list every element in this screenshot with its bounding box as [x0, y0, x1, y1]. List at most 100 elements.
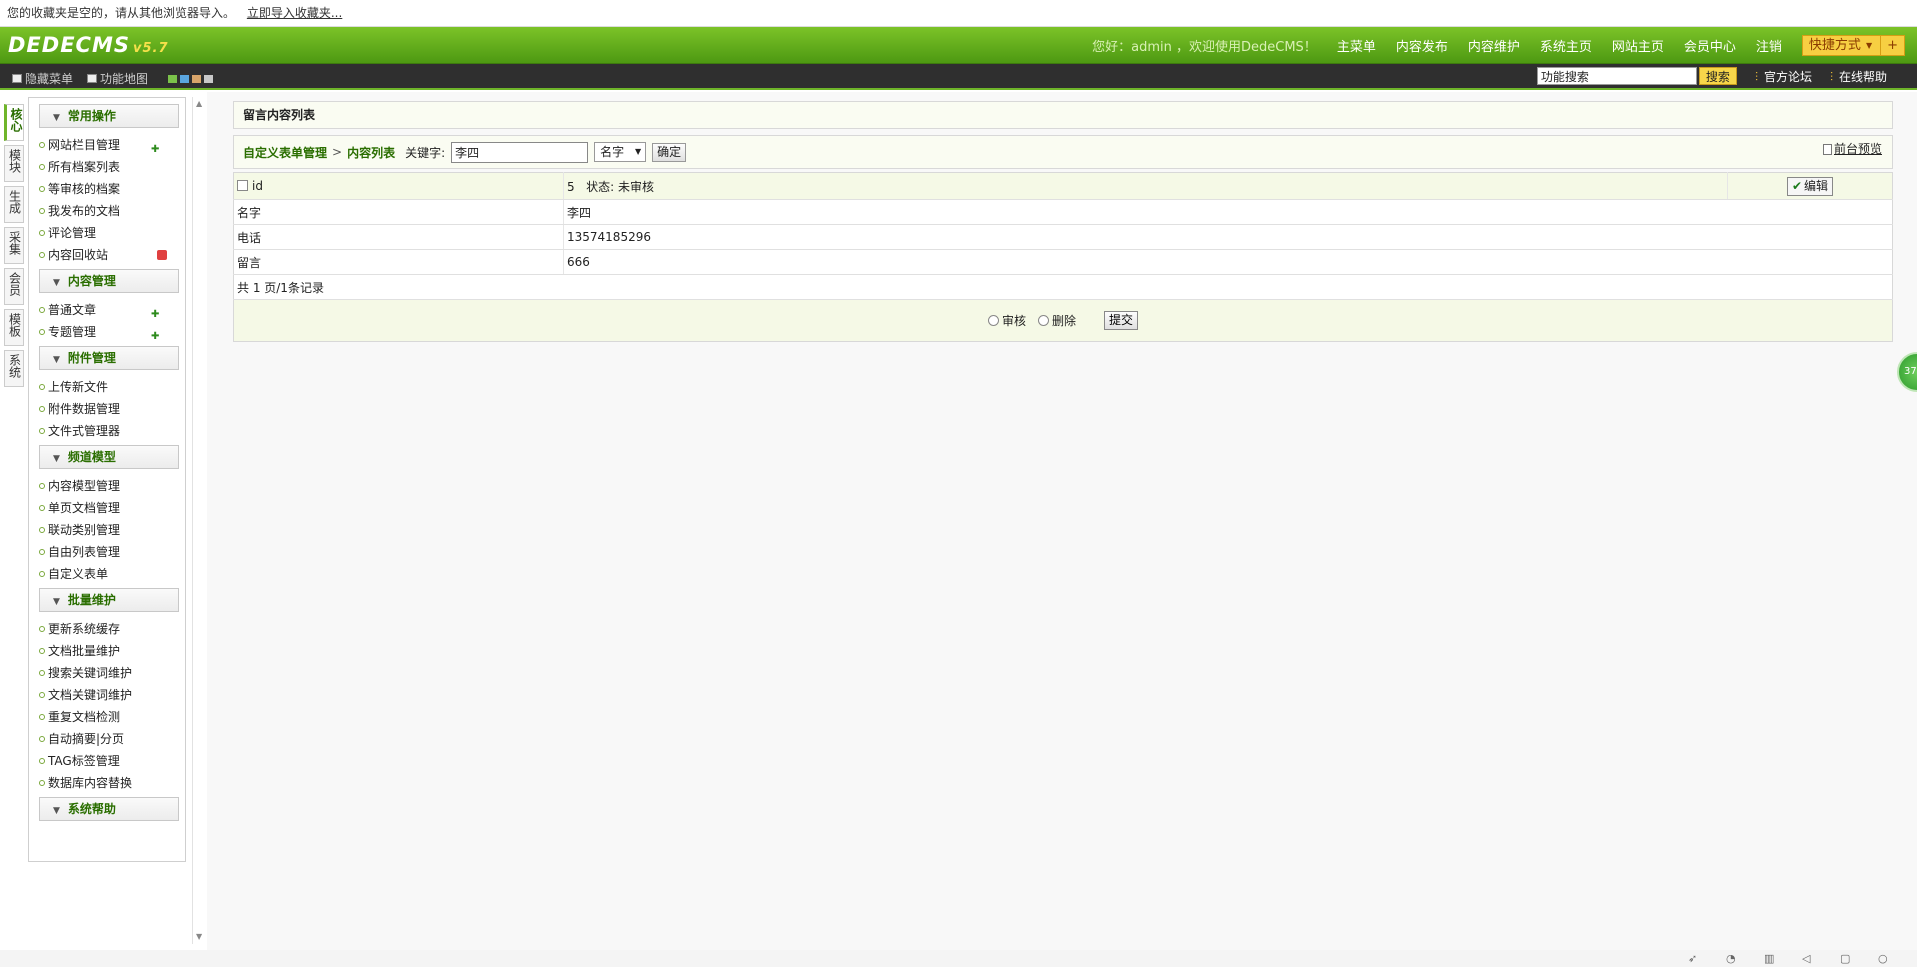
speed-icon[interactable]: ◔ — [1726, 953, 1738, 965]
menu-item-articles[interactable]: 普通文章 ✚ — [39, 299, 185, 321]
hide-menu-button[interactable]: 隐藏菜单 — [12, 70, 73, 87]
menu-item-upload-file[interactable]: 上传新文件 — [39, 376, 185, 398]
menu-item-label: 数据库内容替换 — [48, 776, 133, 790]
menu-item-batch-documents[interactable]: 文档批量维护 — [39, 640, 185, 662]
menu-item-label: 内容回收站 — [48, 248, 109, 262]
site-map-button[interactable]: 功能地图 — [87, 70, 148, 87]
preview-label: 前台预览 — [1833, 142, 1882, 156]
side-tab-template[interactable]: 模板 — [4, 309, 24, 346]
menu-item-custom-forms[interactable]: 自定义表单 — [39, 563, 185, 585]
menu-item-label: 文件式管理器 — [48, 424, 121, 438]
side-tab-label: 模板 — [7, 313, 22, 337]
menu-item-label: 自动摘要|分页 — [48, 732, 125, 746]
side-tabs: 核心 模块 生成 采集 会员 模板 系统 — [4, 104, 24, 391]
menu-item-label: 文档关键词维护 — [48, 688, 133, 702]
menu-group-content[interactable]: ▼ 内容管理 — [39, 269, 179, 293]
menu-item-pending-archives[interactable]: 等审核的档案 — [39, 178, 185, 200]
delete-radio[interactable] — [1037, 315, 1049, 326]
menu-group-channel-models[interactable]: ▼ 频道模型 — [39, 445, 179, 469]
trash-icon[interactable]: ▥ — [1764, 953, 1776, 965]
menu-item-tag-manager[interactable]: TAG标签管理 — [39, 750, 185, 772]
menu-item-auto-summary[interactable]: 自动摘要|分页 — [39, 728, 185, 750]
menu-item-content-models[interactable]: 内容模型管理 — [39, 475, 185, 497]
quick-menu-button[interactable]: 快捷方式 ▼ + — [1801, 35, 1905, 56]
frontend-preview-link[interactable]: 前台预览 — [1822, 140, 1882, 157]
theme-swatch-blue[interactable] — [180, 74, 190, 83]
theme-swatch-brown[interactable] — [192, 74, 202, 83]
delete-option[interactable]: 删除 — [1037, 312, 1076, 329]
menu-group-common[interactable]: ▼ 常用操作 — [39, 104, 179, 128]
side-tab-collect[interactable]: 采集 — [4, 227, 24, 264]
add-quick-button[interactable]: + — [1880, 36, 1898, 55]
action-bar: 审核 删除 提交 — [233, 300, 1893, 342]
menu-item-my-documents[interactable]: 我发布的文档 — [39, 200, 185, 222]
welcome-text: 您好：admin ，欢迎使用DedeCMS！ — [1092, 40, 1317, 55]
breadcrumb-content-list[interactable]: 内容列表 — [347, 144, 395, 161]
side-tab-system[interactable]: 系统 — [4, 350, 24, 387]
side-tab-label: 核心 — [9, 108, 23, 132]
menu-item-search-keywords[interactable]: 搜索关键词维护 — [39, 662, 185, 684]
nav-site-home[interactable]: 网站主页 — [1612, 36, 1664, 55]
clear-recycle-icon[interactable] — [157, 250, 167, 260]
side-tab-generate[interactable]: 生成 — [4, 186, 24, 223]
menu-item-label: TAG标签管理 — [48, 754, 120, 768]
nav-member-center[interactable]: 会员中心 — [1684, 36, 1736, 55]
menu-item-site-columns[interactable]: 网站栏目管理 ✚ — [39, 134, 185, 156]
nav-system-home[interactable]: 系统主页 — [1540, 36, 1592, 55]
menu-item-attachment-data[interactable]: 附件数据管理 — [39, 398, 185, 420]
menu-item-free-lists[interactable]: 自由列表管理 — [39, 541, 185, 563]
import-bookmarks-link[interactable]: 立即导入收藏夹... — [247, 6, 342, 20]
breadcrumb-custom-forms[interactable]: 自定义表单管理 — [243, 144, 327, 161]
menu-item-single-pages[interactable]: 单页文档管理 — [39, 497, 185, 519]
menu-item-label: 所有档案列表 — [48, 160, 121, 174]
side-tab-module[interactable]: 模块 — [4, 145, 24, 182]
menu-group-help[interactable]: ▼ 系统帮助 — [39, 797, 179, 821]
theme-swatch-gray[interactable] — [204, 74, 214, 83]
menu-group-attachments[interactable]: ▼ 附件管理 — [39, 346, 179, 370]
menu-item-db-replace[interactable]: 数据库内容替换 — [39, 772, 185, 794]
nav-content-maintain[interactable]: 内容维护 — [1468, 36, 1520, 55]
search-button[interactable]: 搜索 — [1698, 67, 1737, 85]
online-help-link[interactable]: ⫶ 在线帮助 — [1830, 68, 1887, 85]
field-select[interactable]: 名字 — [594, 142, 647, 162]
function-search-input[interactable] — [1536, 67, 1697, 85]
nav-content-publish[interactable]: 内容发布 — [1396, 36, 1448, 55]
menu-group-batch[interactable]: ▼ 批量维护 — [39, 588, 179, 612]
menu-item-recycle-bin[interactable]: 内容回收站 — [39, 244, 185, 266]
official-forum-link[interactable]: ⫶ 官方论坛 — [1755, 68, 1812, 85]
keyword-input[interactable] — [451, 141, 589, 163]
sound-icon[interactable]: ◁ — [1802, 953, 1814, 965]
submit-button[interactable]: 提交 — [1104, 311, 1139, 330]
help-label: 在线帮助 — [1838, 69, 1887, 84]
theme-swatch-green[interactable] — [168, 74, 178, 83]
approve-option[interactable]: 审核 — [987, 312, 1026, 329]
menu-item-doc-keywords[interactable]: 文档关键词维护 — [39, 684, 185, 706]
menu-item-label: 普通文章 — [48, 303, 97, 317]
window-icon[interactable]: ▢ — [1840, 953, 1852, 965]
side-tab-member[interactable]: 会员 — [4, 268, 24, 305]
nav-main-menu[interactable]: 主菜单 — [1337, 36, 1376, 55]
menu-item-topics[interactable]: 专题管理 ✚ — [39, 321, 185, 343]
menu-item-update-cache[interactable]: 更新系统缓存 — [39, 618, 185, 640]
field-label: 留言 — [233, 249, 564, 275]
rocket-icon[interactable]: ➶ — [1688, 953, 1700, 965]
menu-splitter[interactable]: ▲ ▼ — [192, 97, 206, 944]
edit-button[interactable]: ✔ 编辑 — [1786, 176, 1834, 196]
menu-item-comments[interactable]: 评论管理 — [39, 222, 185, 244]
side-tab-core[interactable]: 核心 — [4, 104, 24, 141]
scroll-up-icon[interactable]: ▲ — [196, 99, 202, 108]
table-row: 电话 13574185296 — [233, 224, 1893, 250]
menu-item-label: 搜索关键词维护 — [48, 666, 133, 680]
menu-item-linked-categories[interactable]: 联动类别管理 — [39, 519, 185, 541]
menu-item-duplicate-check[interactable]: 重复文档检测 — [39, 706, 185, 728]
nav-logout[interactable]: 注销 — [1756, 36, 1782, 55]
menu-item-all-archives[interactable]: 所有档案列表 — [39, 156, 185, 178]
search-icon[interactable]: ○ — [1878, 953, 1890, 965]
approve-radio[interactable] — [987, 315, 999, 326]
menu-item-file-manager[interactable]: 文件式管理器 — [39, 420, 185, 442]
confirm-button[interactable]: 确定 — [652, 142, 687, 162]
id-cell: id — [233, 172, 564, 200]
add-icon[interactable]: ✚ — [151, 326, 159, 348]
scroll-down-icon[interactable]: ▼ — [196, 932, 202, 941]
select-checkbox[interactable] — [237, 180, 248, 191]
